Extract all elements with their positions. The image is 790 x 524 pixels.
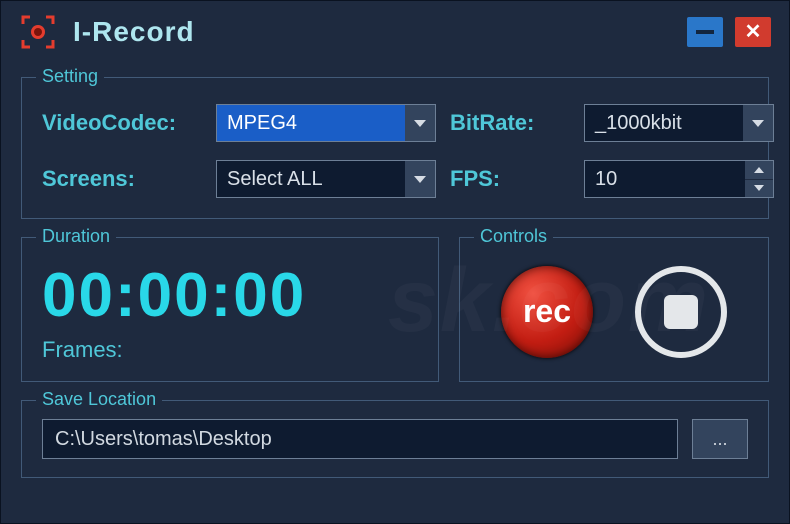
titlebar: I-Record ✕ [1, 1, 789, 59]
record-icon: rec [523, 293, 571, 330]
videocodec-label: VideoCodec: [42, 110, 202, 136]
minimize-icon [696, 30, 714, 34]
app-title: I-Record [73, 16, 195, 48]
save-location-legend: Save Location [36, 389, 162, 410]
setting-group: Setting VideoCodec: MPEG4 BitRate: _1000… [21, 77, 769, 219]
frames-label: Frames: [42, 337, 418, 363]
screens-label: Screens: [42, 166, 202, 192]
controls-legend: Controls [474, 226, 553, 247]
record-button[interactable]: rec [501, 266, 593, 358]
save-location-group: Save Location C:\Users\tomas\Desktop ... [21, 400, 769, 478]
controls-group: Controls rec [459, 237, 769, 382]
minimize-button[interactable] [687, 17, 723, 47]
stop-icon [664, 295, 698, 329]
browse-button[interactable]: ... [692, 419, 748, 459]
frames-label-text: Frames: [42, 337, 123, 362]
fps-label: FPS: [450, 166, 570, 192]
save-path-input[interactable]: C:\Users\tomas\Desktop [42, 419, 678, 459]
videocodec-select[interactable]: MPEG4 [216, 104, 436, 142]
close-icon: ✕ [745, 22, 762, 42]
duration-time: 00:00:00 [42, 260, 418, 331]
chevron-down-icon [743, 105, 773, 141]
chevron-down-icon [405, 105, 435, 141]
fps-down-button[interactable] [745, 180, 773, 198]
setting-legend: Setting [36, 66, 104, 87]
bitrate-value: _1000kbit [585, 105, 743, 141]
bitrate-label: BitRate: [450, 110, 570, 136]
close-button[interactable]: ✕ [735, 17, 771, 47]
duration-legend: Duration [36, 226, 116, 247]
screens-value: Select ALL [217, 161, 405, 197]
app-logo-icon [19, 13, 57, 51]
bitrate-select[interactable]: _1000kbit [584, 104, 774, 142]
videocodec-value: MPEG4 [217, 105, 405, 141]
duration-group: Duration 00:00:00 Frames: [21, 237, 439, 382]
stop-button[interactable] [635, 266, 727, 358]
chevron-down-icon [405, 161, 435, 197]
screens-select[interactable]: Select ALL [216, 160, 436, 198]
fps-up-button[interactable] [745, 161, 773, 180]
fps-spinner[interactable]: 10 [584, 160, 774, 198]
fps-value: 10 [585, 161, 745, 197]
